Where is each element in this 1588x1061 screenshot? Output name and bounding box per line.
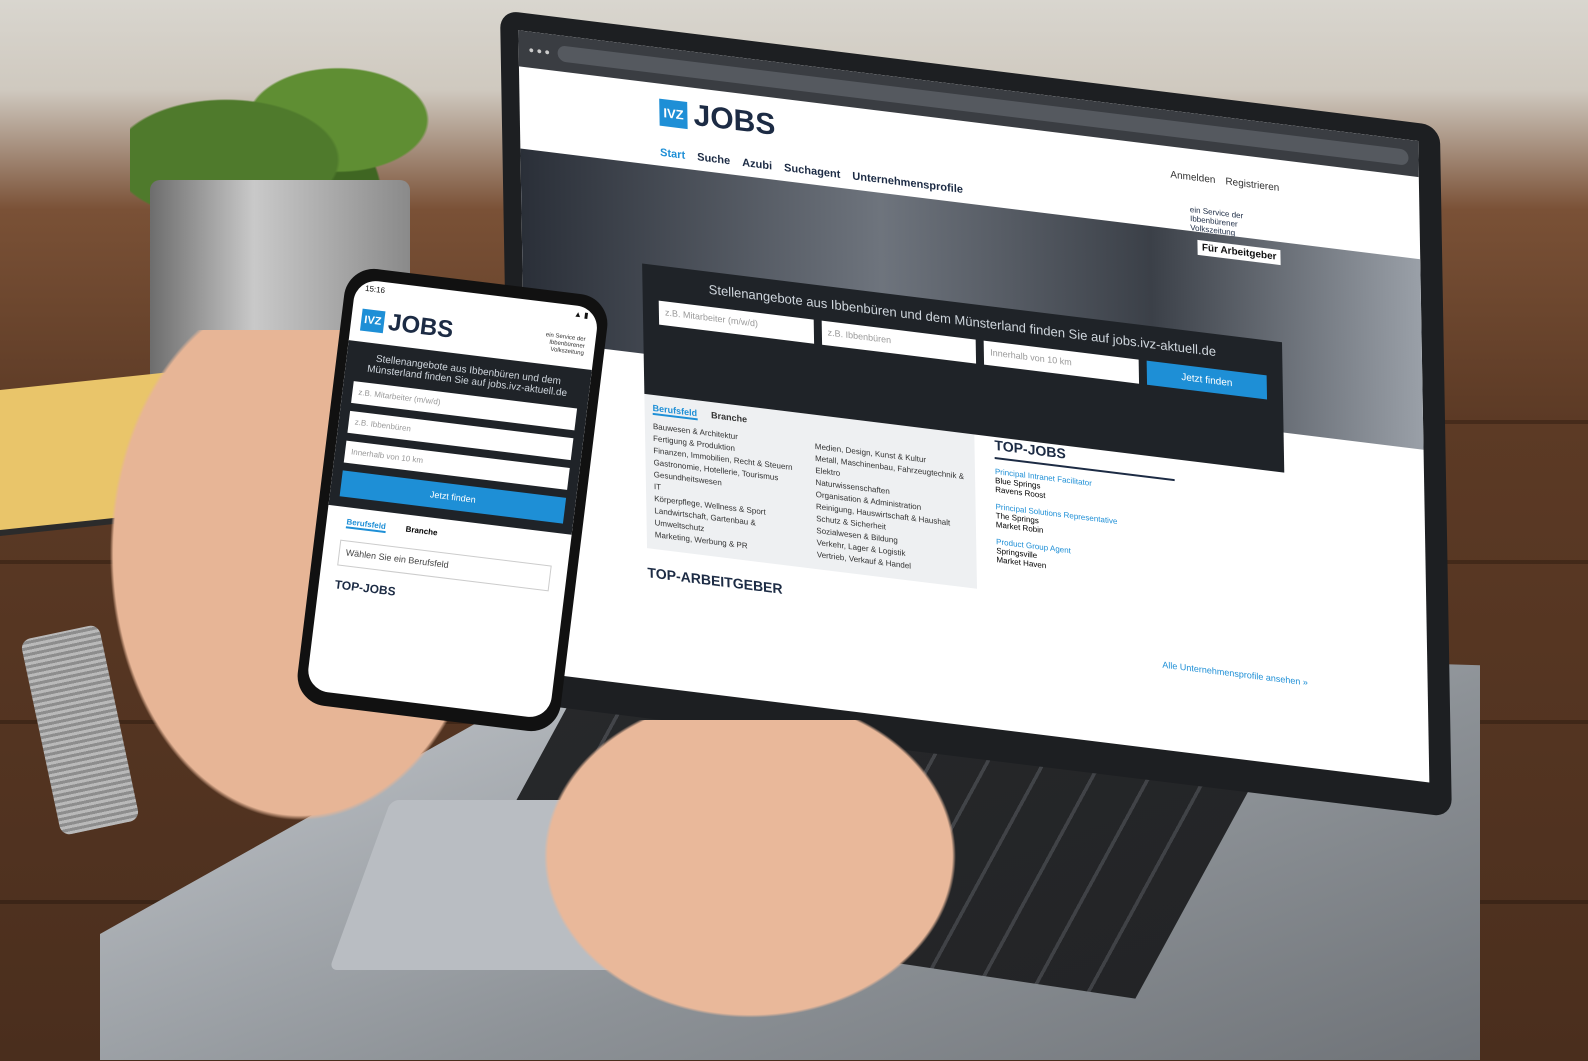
- nav-start[interactable]: Start: [660, 147, 685, 162]
- ivz-jobs-logo[interactable]: IVZ JOBS: [659, 95, 776, 143]
- laptop-screen: ● ● ● IVZ JOBS Anmelden Registrieren Sta…: [518, 30, 1430, 783]
- top-jobs: TOP-JOBS Principal Intranet Facilitator …: [994, 436, 1177, 614]
- phone-screen: 15:16 ▲ ▮ IVZ JOBS ein Service der Ibben…: [305, 278, 600, 720]
- right-hand: [490, 720, 1010, 1060]
- phone-search-panel: Stellenangebote aus Ibbenbüren und dem M…: [328, 340, 592, 535]
- login-link[interactable]: Anmelden: [1170, 169, 1215, 186]
- signal-battery-icon: ▲ ▮: [573, 309, 590, 321]
- laptop-lid: ● ● ● IVZ JOBS Anmelden Registrieren Sta…: [500, 10, 1452, 818]
- nav-suche[interactable]: Suche: [697, 151, 730, 167]
- category-column-right: Medien, Design, Kunst & Kultur Metall, M…: [815, 441, 969, 580]
- radius-select[interactable]: Innerhalb von 10 km: [984, 340, 1140, 384]
- location-input[interactable]: z.B. Ibbenbüren: [821, 320, 977, 364]
- nav-azubi[interactable]: Azubi: [742, 157, 772, 173]
- register-link[interactable]: Registrieren: [1225, 176, 1279, 194]
- logo-text: JOBS: [386, 308, 455, 344]
- search-button[interactable]: Jetzt finden: [1146, 360, 1268, 400]
- phone-tab-berufsfeld[interactable]: Berufsfeld: [345, 517, 387, 534]
- photo-scene: ● ● ● IVZ JOBS Anmelden Registrieren Sta…: [0, 0, 1588, 1061]
- phone-tagline: ein Service der Ibbenbürener Volkszeitun…: [545, 331, 586, 357]
- employer-link[interactable]: Für Arbeitgeber: [1197, 239, 1281, 266]
- logo-text: JOBS: [693, 98, 776, 142]
- tab-berufsfeld[interactable]: Berufsfeld: [652, 402, 698, 421]
- job-search-input[interactable]: z.B. Mitarbeiter (m/w/d): [658, 300, 814, 344]
- logo-box: IVZ: [359, 308, 386, 334]
- logo-box: IVZ: [659, 98, 688, 129]
- smartphone: 15:16 ▲ ▮ IVZ JOBS ein Service der Ibben…: [294, 265, 611, 735]
- account-links: Anmelden Registrieren: [1170, 169, 1279, 193]
- nav-suchagent[interactable]: Suchagent: [784, 162, 840, 181]
- browser-controls-icon[interactable]: ● ● ●: [529, 45, 550, 58]
- tab-branche[interactable]: Branche: [711, 410, 747, 426]
- phone-time: 15:16: [364, 283, 386, 296]
- phone-tab-branche[interactable]: Branche: [405, 525, 438, 540]
- category-column-left: Bauwesen & Architektur Fertigung & Produ…: [653, 421, 807, 560]
